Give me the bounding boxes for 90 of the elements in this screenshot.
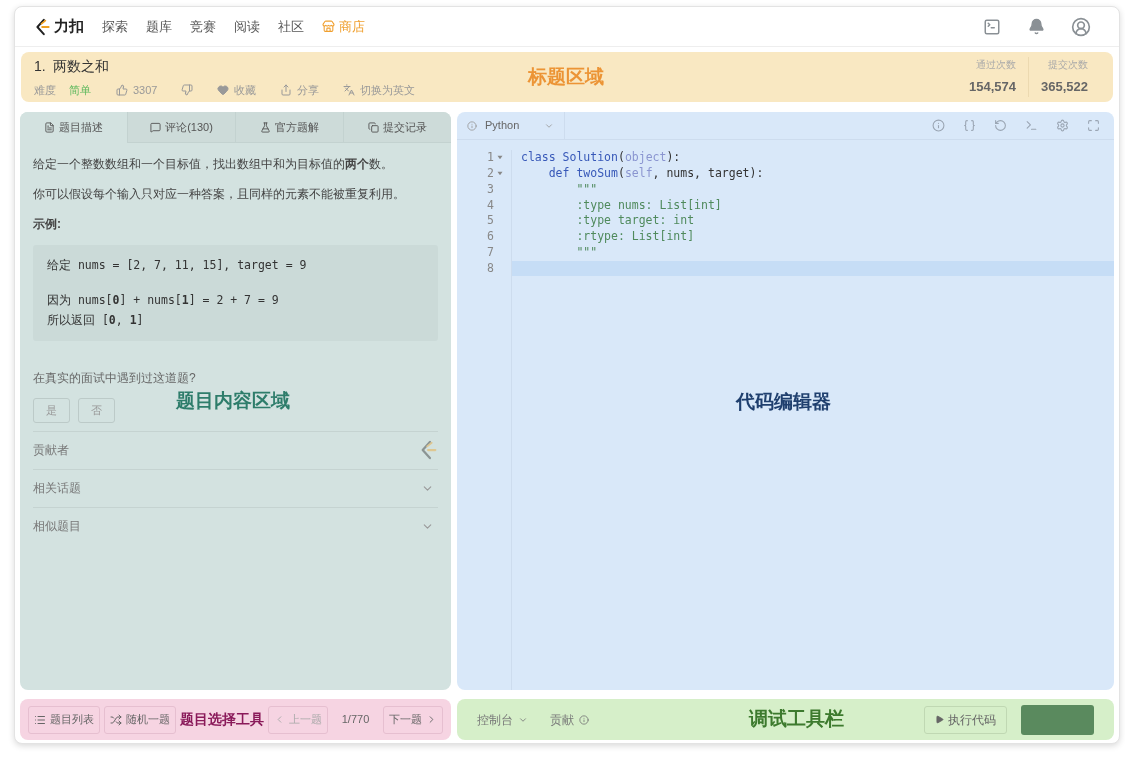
tab[interactable]: 评论(130): [127, 112, 235, 143]
share-icon: [280, 84, 293, 96]
nav-link[interactable]: 竞赛: [190, 16, 216, 37]
translate-icon: [343, 84, 356, 96]
tab[interactable]: 提交记录: [343, 112, 451, 143]
next-button[interactable]: 下一题: [383, 705, 443, 734]
terminal-icon[interactable]: [1025, 119, 1038, 132]
problem-title: 1. 两数之和: [34, 56, 111, 76]
line-number: 7: [487, 244, 494, 262]
language-select[interactable]: Python: [457, 112, 565, 139]
line-number: 5: [487, 212, 494, 230]
line-number: 6: [487, 228, 494, 246]
section-row[interactable]: 相关话题: [33, 468, 438, 507]
play-icon: [935, 715, 944, 724]
code-line: 给定 nums = [2, 7, 11, 15], target = 9: [47, 257, 308, 274]
problem-text: 给定一个整数数组和一个目标值，找出数组中和为目标值的两个数。: [33, 156, 394, 173]
difficulty-label: 难度: [34, 82, 56, 98]
question-text: 在真实的面试中遇到过这道题?: [33, 369, 197, 387]
code-line: :rtype: List[int]: [575, 229, 696, 245]
store-icon: [322, 20, 335, 33]
dislike-button[interactable]: [181, 84, 194, 96]
document-icon: [44, 122, 55, 133]
code-line: class Solution(object):: [520, 150, 682, 166]
nav-link[interactable]: 探索: [102, 16, 128, 37]
problem-text: 你可以假设每个输入只对应一种答案，且同样的元素不能被重复利用。: [33, 186, 406, 203]
info-icon: [467, 120, 477, 131]
nav-link[interactable]: 社区: [278, 16, 304, 37]
region-label: 调试工具栏: [749, 707, 844, 732]
thumbs-down-icon: [181, 84, 194, 96]
heart-icon: [217, 84, 230, 96]
section-row[interactable]: 相似题目: [33, 506, 438, 545]
logo-icon: [420, 440, 438, 461]
code-line: :type nums: List[int]: [575, 197, 723, 214]
stat-label: 通过次数: [976, 58, 1016, 73]
info-icon[interactable]: [932, 119, 945, 132]
region-label: 题目选择工具: [180, 710, 264, 729]
flask-icon: [260, 121, 271, 133]
fold-icon[interactable]: [497, 171, 503, 177]
copy-icon: [368, 121, 379, 133]
code-line: """: [575, 244, 599, 261]
problem-counter: 1/770: [341, 712, 370, 728]
line-number: 1: [487, 149, 494, 167]
bell-icon[interactable]: [1028, 18, 1045, 35]
console-button[interactable]: 控制台: [477, 710, 528, 729]
favorite-button[interactable]: 收藏: [217, 81, 257, 99]
section-label: 贡献者: [33, 442, 69, 460]
section-label: 相关话题: [33, 480, 81, 498]
code-line: """: [575, 181, 599, 198]
example-heading: 示例:: [33, 216, 62, 233]
list-icon: [34, 713, 46, 726]
thumbs-up-icon: [116, 84, 128, 96]
section-label: 相似题目: [33, 518, 81, 536]
terminal-icon[interactable]: [982, 17, 1002, 36]
line-number: 4: [487, 196, 494, 214]
code-line: 因为 nums[0] + nums[1] = 2 + 7 = 9: [47, 292, 280, 310]
difficulty-value: 简单: [69, 82, 91, 98]
translate-button[interactable]: 切换为英文: [343, 81, 416, 99]
reset-icon[interactable]: [994, 119, 1007, 132]
run-code-button[interactable]: 执行代码: [924, 705, 1007, 734]
submit-button[interactable]: [1021, 704, 1094, 735]
braces-icon[interactable]: [963, 119, 976, 132]
line-number: 8: [487, 259, 494, 277]
tab[interactable]: 官方题解: [235, 112, 343, 143]
line-number: 2: [487, 165, 494, 183]
stat-label: 提交次数: [1048, 58, 1088, 73]
problem-list-button[interactable]: 题目列表: [28, 705, 100, 734]
stat-value: 154,574: [969, 78, 1016, 97]
region-label: 题目内容区域: [176, 389, 290, 413]
comment-icon: [150, 121, 162, 133]
nav-link[interactable]: 题库: [146, 16, 172, 37]
nav-link[interactable]: 阅读: [234, 16, 260, 37]
fullscreen-icon[interactable]: [1087, 119, 1100, 132]
region-label: 标题区域: [528, 65, 604, 89]
code-line: :type target: int: [575, 213, 696, 229]
stat-value: 365,522: [1041, 78, 1088, 97]
line-number: 3: [487, 180, 494, 198]
code-line: 所以返回 [0, 1]: [47, 311, 145, 329]
settings-icon[interactable]: [1056, 119, 1069, 132]
region-label: 代码编辑器: [736, 390, 831, 414]
info-icon: [579, 714, 589, 725]
logo-text[interactable]: 力扣: [54, 15, 84, 38]
random-button[interactable]: 随机一题: [104, 705, 176, 734]
contribute-button[interactable]: 贡献: [550, 710, 589, 729]
fold-icon[interactable]: [497, 155, 503, 161]
logo-icon: [35, 17, 51, 36]
like-button[interactable]: 3307: [116, 81, 158, 99]
avatar-icon[interactable]: [1071, 16, 1091, 37]
share-button[interactable]: 分享: [280, 81, 320, 99]
shuffle-icon: [110, 713, 122, 726]
code-line: def twoSum(self, nums, target):: [547, 165, 765, 182]
